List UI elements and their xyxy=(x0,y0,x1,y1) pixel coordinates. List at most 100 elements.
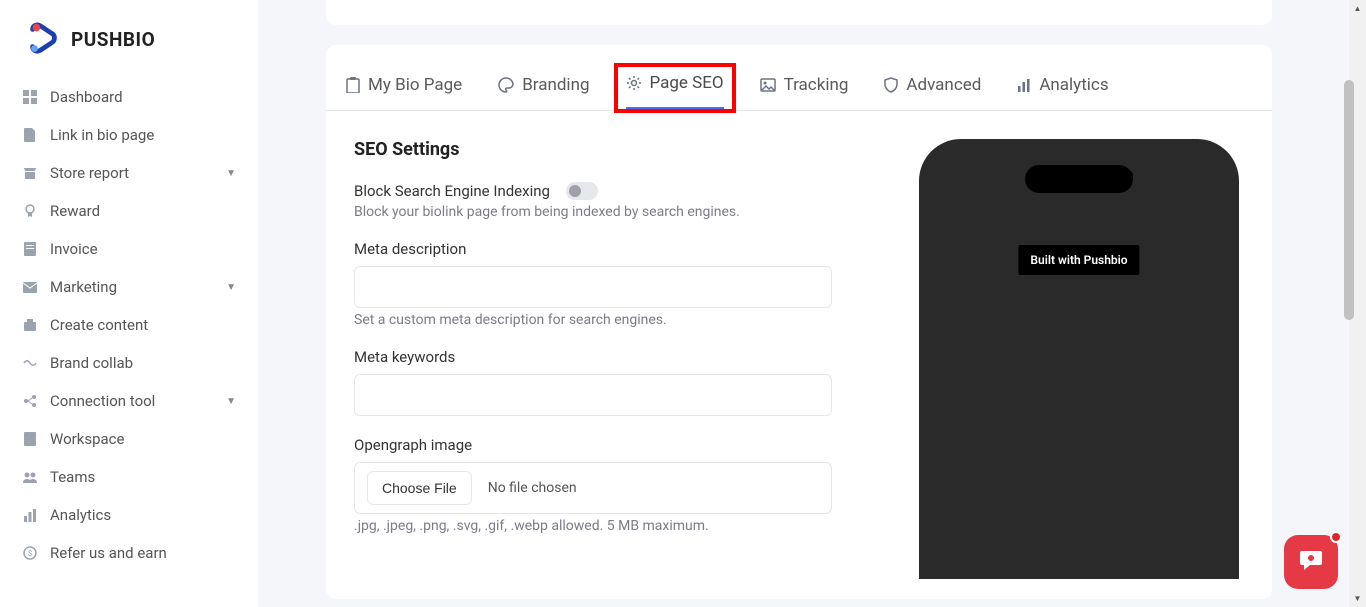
block-indexing-toggle[interactable] xyxy=(566,182,598,200)
shield-icon xyxy=(884,77,898,93)
connection-icon xyxy=(22,393,38,409)
sidebar-item-teams[interactable]: Teams xyxy=(0,458,258,496)
tab-advanced[interactable]: Advanced xyxy=(884,73,981,110)
sidebar-item-label: Invoice xyxy=(50,240,98,258)
meta-description-helper: Set a custom meta description for search… xyxy=(354,312,874,328)
tab-label: Tracking xyxy=(784,75,849,95)
block-indexing-label: Block Search Engine Indexing xyxy=(354,182,550,200)
image-icon xyxy=(760,78,776,92)
sidebar-item-label: Analytics xyxy=(50,506,111,524)
invoice-icon xyxy=(22,241,38,257)
dashboard-icon xyxy=(22,89,38,105)
nav-list: Dashboard Link in bio page Store report … xyxy=(0,78,258,572)
scroll-down-arrow[interactable]: ▼ xyxy=(1349,590,1366,607)
opengraph-helper: .jpg, .jpeg, .png, .svg, .gif, .webp all… xyxy=(354,518,874,534)
scroll-up-arrow[interactable]: ▲ xyxy=(1349,0,1366,17)
block-indexing-row: Block Search Engine Indexing Block your … xyxy=(354,182,874,220)
workspace-icon xyxy=(22,431,38,447)
chevron-down-icon: ▼ xyxy=(226,282,236,293)
chat-icon xyxy=(1298,547,1324,577)
logo-icon xyxy=(25,20,63,58)
sidebar-item-label: Link in bio page xyxy=(50,126,154,144)
sidebar-item-invoice[interactable]: Invoice xyxy=(0,230,258,268)
meta-keywords-row: Meta keywords xyxy=(354,348,874,416)
chevron-down-icon: ▼ xyxy=(226,168,236,179)
meta-keywords-label: Meta keywords xyxy=(354,348,874,366)
sidebar-item-reward[interactable]: Reward xyxy=(0,192,258,230)
choose-file-button[interactable]: Choose File xyxy=(367,471,472,505)
meta-description-row: Meta description Set a custom meta descr… xyxy=(354,240,874,328)
tab-tracking[interactable]: Tracking xyxy=(760,73,849,110)
phone-camera xyxy=(1119,169,1133,183)
sidebar-item-create-content[interactable]: Create content xyxy=(0,306,258,344)
form-area: SEO Settings Block Search Engine Indexin… xyxy=(354,139,874,579)
notification-dot xyxy=(1330,531,1342,543)
sidebar-item-label: Dashboard xyxy=(50,88,123,106)
store-icon xyxy=(22,165,38,181)
block-indexing-helper: Block your biolink page from being index… xyxy=(354,204,874,220)
sidebar: PUSHBIO Dashboard Link in bio page Store… xyxy=(0,0,258,607)
sidebar-item-connection-tool[interactable]: Connection tool ▼ xyxy=(0,382,258,420)
tab-page-seo[interactable]: Page SEO xyxy=(626,73,724,110)
sidebar-item-analytics[interactable]: Analytics xyxy=(0,496,258,534)
logo[interactable]: PUSHBIO xyxy=(0,10,258,78)
chevron-down-icon: ▼ xyxy=(226,396,236,407)
sidebar-item-label: Teams xyxy=(50,468,95,486)
analytics-icon xyxy=(22,507,38,523)
top-card-edge xyxy=(326,0,1272,25)
sidebar-item-label: Marketing xyxy=(50,278,117,296)
sidebar-item-marketing[interactable]: Marketing ▼ xyxy=(0,268,258,306)
sidebar-item-label: Create content xyxy=(50,316,148,334)
gear-icon xyxy=(626,75,642,91)
tab-analytics[interactable]: Analytics xyxy=(1017,73,1108,110)
opengraph-label: Opengraph image xyxy=(354,436,874,454)
sidebar-item-link-in-bio[interactable]: Link in bio page xyxy=(0,116,258,154)
meta-description-label: Meta description xyxy=(354,240,874,258)
sidebar-item-label: Store report xyxy=(50,164,129,182)
refer-icon: $ xyxy=(22,545,38,561)
tabs: My Bio Page Branding Page SEO Tracking A… xyxy=(326,45,1272,111)
sidebar-item-brand-collab[interactable]: Brand collab xyxy=(0,344,258,382)
chat-widget[interactable] xyxy=(1284,535,1338,589)
mail-icon xyxy=(22,279,38,295)
sidebar-item-label: Brand collab xyxy=(50,354,133,372)
file-input-wrapper: Choose File No file chosen xyxy=(354,462,832,514)
phone-notch xyxy=(1025,165,1133,193)
content-area: SEO Settings Block Search Engine Indexin… xyxy=(326,111,1272,599)
palette-icon xyxy=(498,77,514,93)
tab-label: My Bio Page xyxy=(368,75,462,95)
main-content: My Bio Page Branding Page SEO Tracking A… xyxy=(258,0,1340,607)
section-title: SEO Settings xyxy=(354,139,874,160)
reward-icon xyxy=(22,203,38,219)
collab-icon xyxy=(22,355,38,371)
toggle-knob xyxy=(569,185,581,197)
clipboard-icon xyxy=(346,77,360,93)
tab-my-bio-page[interactable]: My Bio Page xyxy=(346,73,462,110)
sidebar-item-workspace[interactable]: Workspace xyxy=(0,420,258,458)
file-status: No file chosen xyxy=(488,480,577,496)
tab-branding[interactable]: Branding xyxy=(498,73,589,110)
sidebar-item-store-report[interactable]: Store report ▼ xyxy=(0,154,258,192)
opengraph-row: Opengraph image Choose File No file chos… xyxy=(354,436,874,534)
logo-text: PUSHBIO xyxy=(71,28,155,51)
sidebar-item-refer[interactable]: $ Refer us and earn xyxy=(0,534,258,572)
tab-label: Advanced xyxy=(906,75,981,95)
tab-label: Page SEO xyxy=(650,73,724,93)
phone-preview: Built with Pushbio xyxy=(919,139,1239,579)
phone-screen: Built with Pushbio xyxy=(929,149,1229,579)
file-icon xyxy=(22,127,38,143)
svg-text:$: $ xyxy=(28,549,33,558)
tab-label: Branding xyxy=(522,75,589,95)
meta-keywords-input[interactable] xyxy=(354,374,832,416)
built-with-badge: Built with Pushbio xyxy=(1018,245,1139,275)
scroll-thumb[interactable] xyxy=(1344,80,1354,320)
sidebar-item-label: Refer us and earn xyxy=(50,544,167,562)
settings-card: My Bio Page Branding Page SEO Tracking A… xyxy=(326,45,1272,599)
sidebar-item-label: Reward xyxy=(50,202,100,220)
tab-label: Analytics xyxy=(1039,75,1108,95)
sidebar-item-dashboard[interactable]: Dashboard xyxy=(0,78,258,116)
sidebar-item-label: Workspace xyxy=(50,430,124,448)
meta-description-input[interactable] xyxy=(354,266,832,308)
preview-area: Built with Pushbio xyxy=(914,139,1244,579)
teams-icon xyxy=(22,469,38,485)
